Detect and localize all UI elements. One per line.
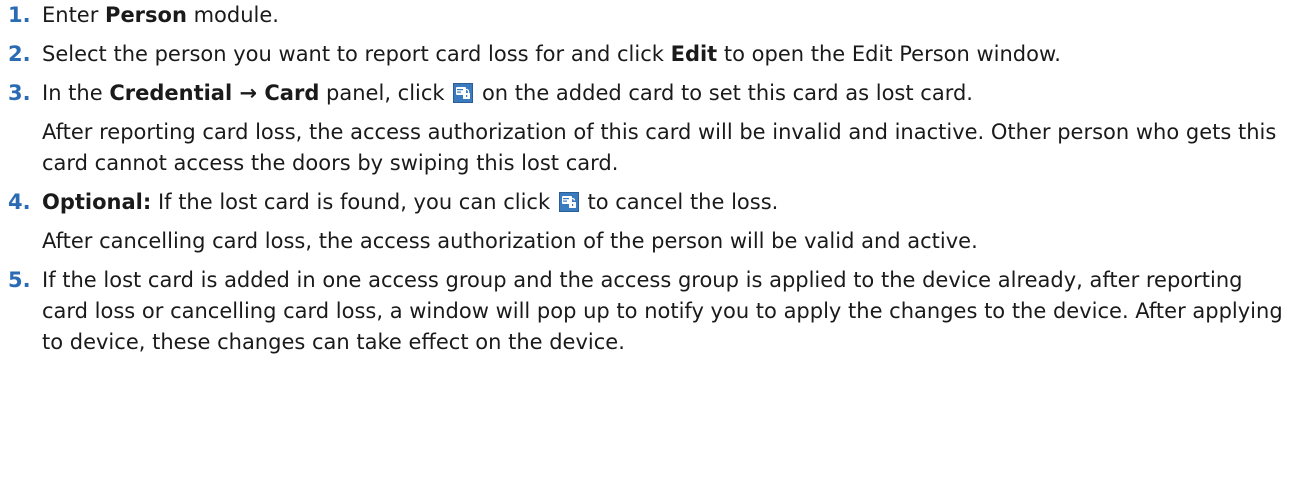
step-1: 1. Enter Person module. <box>8 0 1288 31</box>
step-text-part: on the added card to set this card as lo… <box>475 81 973 105</box>
step-text: In the Credential → Card panel, click on… <box>42 78 1288 109</box>
bold-term: Person <box>105 3 187 27</box>
step-text: Select the person you want to report car… <box>42 39 1288 70</box>
step-text-part: to cancel the loss. <box>580 190 779 214</box>
step-note: After cancelling card loss, the access a… <box>42 229 978 253</box>
bold-term: Edit <box>670 42 718 66</box>
report-card-loss-icon <box>453 83 474 103</box>
step-text-part: to open the Edit Person window. <box>717 42 1061 66</box>
step-text-part: If the lost card is found, you can click <box>151 190 557 214</box>
bold-term: Card <box>264 81 320 105</box>
step-number: 4. <box>8 190 31 214</box>
step-text-part: In the <box>42 81 110 105</box>
step-number: 2. <box>8 42 31 66</box>
step-text-part: Select the person you want to report car… <box>42 42 671 66</box>
bold-term: Credential <box>109 81 233 105</box>
procedure-steps: 1. Enter Person module. 2. Select the pe… <box>8 0 1288 366</box>
step-number: 5. <box>8 268 31 292</box>
step-note: After reporting card loss, the access au… <box>42 120 1277 175</box>
step-text: Optional: If the lost card is found, you… <box>42 187 1288 218</box>
optional-label: Optional: <box>42 190 152 214</box>
step-number: 1. <box>8 3 31 27</box>
step-text-part: panel, click <box>319 81 452 105</box>
step-text: Enter Person module. <box>42 0 1288 31</box>
step-text-part: Enter <box>42 3 106 27</box>
step-5: 5. If the lost card is added in one acce… <box>8 265 1288 358</box>
step-text: If the lost card is added in one access … <box>42 268 1283 354</box>
step-4: 4. Optional: If the lost card is found, … <box>8 187 1288 257</box>
step-number: 3. <box>8 81 31 105</box>
document-page: { "steps": [ { "number": "1.", "before":… <box>0 0 1293 487</box>
step-text-part: module. <box>186 3 279 27</box>
step-3: 3. In the Credential → Card panel, click… <box>8 78 1288 179</box>
step-2: 2. Select the person you want to report … <box>8 39 1288 70</box>
arrow-symbol: → <box>232 81 265 105</box>
cancel-card-loss-icon <box>558 192 579 212</box>
